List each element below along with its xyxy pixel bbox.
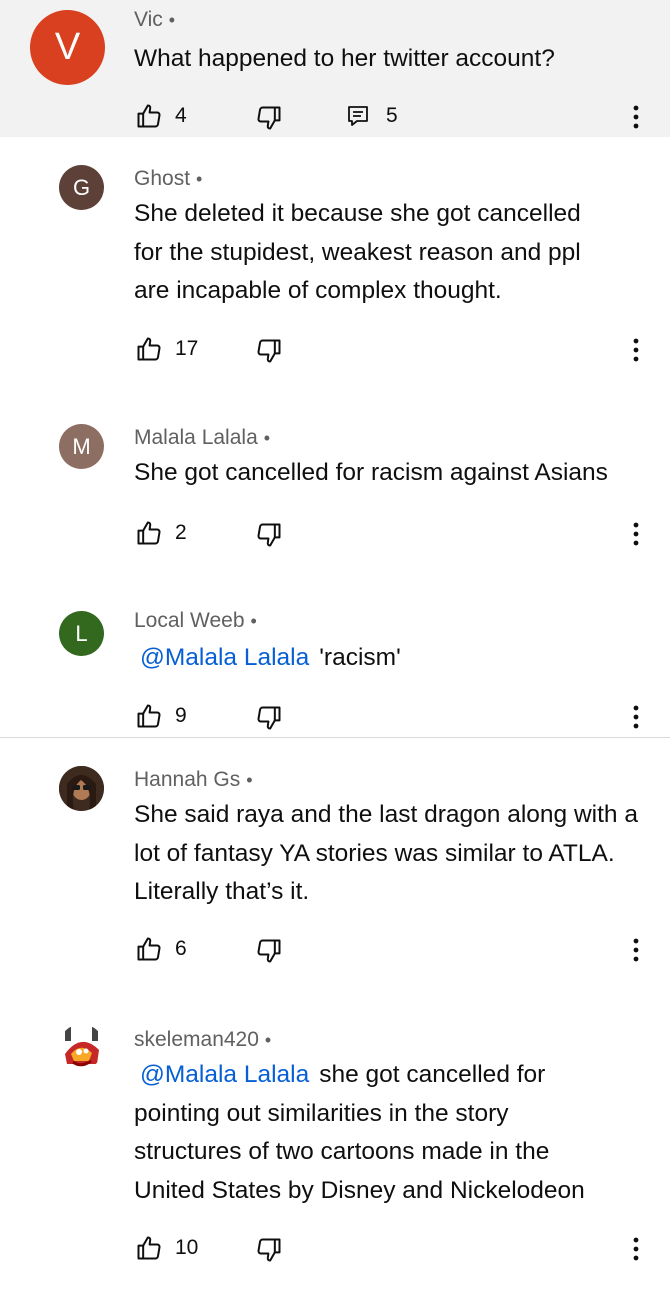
comment-author[interactable]: Malala Lalala • [134,426,270,450]
thumbs-up-icon[interactable] [135,335,163,363]
comment-author[interactable]: skeleman420 • [134,1028,271,1052]
author-name: Ghost [134,167,191,190]
comment-2: G Ghost • She deleted it because she got … [0,137,670,387]
comment-author[interactable]: Ghost • [134,167,202,191]
thumbs-up-icon[interactable] [135,1234,163,1262]
thumbs-down-icon[interactable] [255,337,283,365]
avatar[interactable]: V [30,10,105,85]
comment-1: V Vic • What happened to her twitter acco… [0,0,670,137]
like-count: 2 [175,521,187,544]
comment-actions: 9 [0,702,670,732]
more-vert-icon[interactable] [626,1234,646,1264]
comment-5: Hannah Gs • She said raya and the last dr… [0,738,670,1008]
author-name: skeleman420 [134,1028,259,1051]
mention-link[interactable]: @Malala Lalala [140,1061,309,1088]
comment-author[interactable]: Local Weeb • [134,609,257,633]
separator-dot: • [246,770,253,790]
avatar[interactable] [59,766,104,811]
thumbs-up-icon[interactable] [135,102,163,130]
comment-actions: 17 [0,335,670,365]
like-count: 10 [175,1236,199,1259]
more-vert-icon[interactable] [626,702,646,732]
avatar-letter: L [75,620,88,646]
avatar[interactable] [59,1024,104,1069]
comment-actions: 6 [0,935,670,965]
comment-author[interactable]: Hannah Gs • [134,768,253,792]
more-vert-icon[interactable] [626,102,646,132]
avatar-letter: M [72,433,91,459]
comment-actions: 4 5 [0,102,670,132]
author-name: Local Weeb [134,609,245,632]
avatar[interactable]: G [59,165,104,210]
comment-text: @Malala Lalala she got cancelled for poin… [134,1056,614,1210]
thumbs-up-icon[interactable] [135,519,163,547]
author-name: Vic [134,8,163,31]
mention-link[interactable]: @Malala Lalala [140,644,309,671]
separator-dot: • [263,428,271,448]
separator-dot: • [250,611,257,631]
comment-actions: 2 [0,519,670,549]
separator-dot: • [196,169,203,189]
like-count: 17 [175,337,199,360]
comment-3: M Malala Lalala • She got cancelled for r… [0,387,670,587]
comment-4: L Local Weeb • @Malala Lalala 'racism' 9 [0,587,670,737]
comment-text: She said raya and the last dragon along … [134,801,638,905]
thumbs-up-icon[interactable] [135,702,163,730]
avatar[interactable]: L [59,611,104,656]
more-vert-icon[interactable] [626,335,646,365]
thumbs-down-icon[interactable] [255,104,283,132]
comment-text: What happened to her twitter account? [134,45,555,72]
avatar-letter: V [54,26,81,68]
separator-dot: • [264,1030,272,1050]
comment-author[interactable]: Vic • [134,8,175,32]
profile-photo-icon [59,1024,104,1069]
avatar-letter: G [72,174,91,200]
profile-photo-icon [59,766,104,811]
comment-text: She got cancelled for racism against Asi… [134,459,608,486]
thumbs-down-icon[interactable] [255,937,283,965]
reply-count[interactable]: 5 [386,104,398,128]
comment-6: skeleman420 • @Malala Lalala she got cance… [0,1008,670,1292]
author-name: Malala Lalala [134,426,258,449]
thumbs-down-icon[interactable] [255,1236,283,1264]
comment-actions: 10 [0,1234,670,1264]
like-count: 6 [175,937,187,960]
thumbs-up-icon[interactable] [135,935,163,963]
more-vert-icon[interactable] [626,935,646,965]
author-name: Hannah Gs [134,768,241,791]
comment-text: She deleted it because she got cancelled… [134,200,581,304]
thumbs-down-icon[interactable] [255,521,283,549]
separator-dot: • [168,10,176,30]
more-vert-icon[interactable] [626,519,646,549]
like-count: 4 [175,104,187,127]
avatar[interactable]: M [59,424,104,469]
thumbs-down-icon[interactable] [255,704,283,732]
reply-icon[interactable] [346,104,370,128]
like-count: 9 [175,704,187,727]
comment-body: 'racism' [319,644,401,671]
comment-text: @Malala Lalala 'racism' [134,639,654,678]
